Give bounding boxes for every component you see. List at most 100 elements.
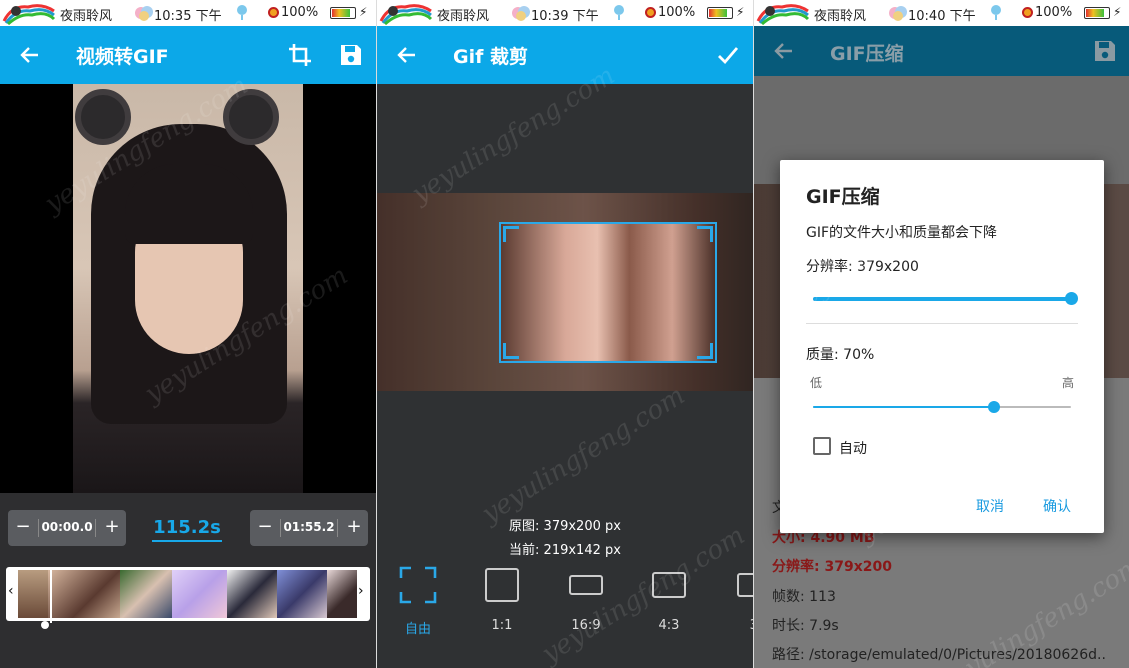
weather-icon xyxy=(512,6,530,21)
end-plus-button[interactable]: + xyxy=(342,516,366,537)
ratio-1-1-option[interactable]: 1:1 xyxy=(472,566,532,633)
clip-duration[interactable]: 115.2s xyxy=(152,517,222,542)
status-time: 10:40 下午 xyxy=(908,9,976,24)
timeline-frame xyxy=(120,570,172,618)
rect-shape-icon xyxy=(737,573,753,597)
save-icon[interactable] xyxy=(338,42,364,68)
crop-frame[interactable] xyxy=(499,222,717,363)
back-arrow-icon[interactable] xyxy=(18,43,42,67)
crop-mask xyxy=(499,363,717,391)
ratio-free-option[interactable]: 自由 xyxy=(388,566,448,637)
end-minus-button[interactable]: − xyxy=(253,516,277,537)
battery-icon xyxy=(1084,7,1110,19)
back-arrow-icon[interactable] xyxy=(772,39,796,63)
app-logo-icon xyxy=(756,4,810,25)
crop-handle[interactable] xyxy=(503,343,519,359)
app-bar: 视频转GIF xyxy=(0,26,376,84)
app-logo-icon xyxy=(2,4,56,25)
gif-compress-screen: 夜雨聆风 10:40 下午 100% ⚡ GIF压缩 文 大小: 4.90 MB… xyxy=(754,0,1129,668)
back-arrow-icon[interactable] xyxy=(395,43,419,67)
battery-percent: 100% xyxy=(281,5,319,20)
timeline-frame xyxy=(277,570,327,618)
info-path: 路径: /storage/emulated/0/Pictures/2018062… xyxy=(772,647,1106,663)
confirm-button[interactable]: 确认 xyxy=(1043,496,1071,516)
end-time-stepper: − 01:55.2 + xyxy=(250,510,368,546)
carrier-name: 夜雨聆风 xyxy=(60,9,113,24)
ratio-3-option[interactable]: 3: xyxy=(722,566,753,633)
carrier-name: 夜雨聆风 xyxy=(437,9,490,24)
quality-slider[interactable] xyxy=(813,401,1071,413)
page-title: GIF压缩 xyxy=(830,43,904,65)
confirm-check-icon[interactable] xyxy=(715,42,741,68)
timeline-left-arrow[interactable]: ‹ xyxy=(8,583,14,599)
auto-checkbox[interactable] xyxy=(813,437,831,455)
dialog-description: GIF的文件大小和质量都会下降 xyxy=(806,225,998,241)
cancel-button[interactable]: 取消 xyxy=(976,496,1004,516)
auto-label: 自动 xyxy=(839,441,867,457)
crop-icon[interactable] xyxy=(287,42,313,68)
status-bar: 夜雨聆风 10:35 下午 100% ⚡ xyxy=(0,0,376,26)
square-shape-icon xyxy=(485,568,519,602)
end-time-value: 01:55.2 xyxy=(280,519,338,537)
page-title: 视频转GIF xyxy=(76,46,169,68)
battery-saver-icon xyxy=(268,7,279,18)
resolution-slider[interactable] xyxy=(813,292,1078,305)
timeline-frame xyxy=(327,570,357,618)
app-bar: GIF压缩 xyxy=(754,26,1129,76)
battery-percent: 100% xyxy=(1035,5,1073,20)
weather-icon xyxy=(135,6,153,21)
crop-mask xyxy=(377,193,499,391)
free-crop-icon xyxy=(399,566,437,604)
save-icon[interactable] xyxy=(1092,38,1118,64)
watermark: yeyulingfeng.com xyxy=(476,380,691,530)
ratio-label: 1:1 xyxy=(491,618,513,633)
charging-icon: ⚡ xyxy=(1113,5,1122,19)
current-size: 当前: 219x142 px xyxy=(509,543,621,558)
ratio-16-9-option[interactable]: 16:9 xyxy=(556,566,616,633)
video-frame-image xyxy=(73,84,303,493)
start-time-value: 00:00.0 xyxy=(38,519,96,537)
battery-saver-icon xyxy=(645,7,656,18)
timeline-right-arrow[interactable]: › xyxy=(358,583,364,599)
start-time-stepper: − 00:00.0 + xyxy=(8,510,126,546)
frame-timeline[interactable]: ‹ › xyxy=(6,567,370,623)
video-to-gif-screen: 夜雨聆风 10:35 下午 100% ⚡ 视频转GIF − 00:00.0 + … xyxy=(0,0,376,668)
battery-saver-icon xyxy=(1022,7,1033,18)
status-time: 10:35 下午 xyxy=(154,9,222,24)
playhead-handle[interactable] xyxy=(41,621,49,629)
location-pin-icon xyxy=(991,5,1001,20)
playhead-marker[interactable] xyxy=(50,567,52,623)
timeline-frame xyxy=(18,570,48,618)
resolution-slider-thumb[interactable] xyxy=(1065,292,1078,305)
page-title: Gif 裁剪 xyxy=(453,46,528,68)
start-minus-button[interactable]: − xyxy=(11,516,35,537)
info-resolution: 分辨率: 379x200 xyxy=(772,559,892,575)
quality-high-label: 高 xyxy=(1062,376,1075,390)
start-plus-button[interactable]: + xyxy=(100,516,124,537)
timeline-frame xyxy=(172,570,227,618)
dialog-divider xyxy=(806,323,1078,324)
battery-icon xyxy=(707,7,733,19)
crop-handle[interactable] xyxy=(697,226,713,242)
weather-icon xyxy=(889,6,907,21)
battery-percent: 100% xyxy=(658,5,696,20)
status-bar: 夜雨聆风 10:40 下午 100% ⚡ xyxy=(754,0,1129,26)
quality-low-label: 低 xyxy=(810,376,823,390)
gif-crop-screen: 夜雨聆风 10:39 下午 100% ⚡ Gif 裁剪 原图: 379x200 … xyxy=(377,0,753,668)
charging-icon: ⚡ xyxy=(736,5,745,19)
compress-dialog: GIF压缩 GIF的文件大小和质量都会下降 分辨率: 379x200 质量: 7… xyxy=(780,160,1104,533)
info-frames: 帧数: 113 xyxy=(772,589,836,605)
ratio-label: 3: xyxy=(726,618,753,633)
trim-controls: − 00:00.0 + 115.2s − 01:55.2 + ‹ › xyxy=(0,493,376,668)
crop-handle[interactable] xyxy=(503,226,519,242)
status-bar: 夜雨聆风 10:39 下午 100% ⚡ xyxy=(377,0,753,26)
ratio-label: 自由 xyxy=(404,622,431,637)
charging-icon: ⚡ xyxy=(359,5,368,19)
crop-handle[interactable] xyxy=(697,343,713,359)
carrier-name: 夜雨聆风 xyxy=(814,9,867,24)
ratio-label: 16:9 xyxy=(571,618,601,633)
ratio-4-3-option[interactable]: 4:3 xyxy=(639,566,699,633)
quality-slider-thumb[interactable] xyxy=(987,401,1000,413)
battery-icon xyxy=(330,7,356,19)
video-preview[interactable] xyxy=(0,84,376,493)
